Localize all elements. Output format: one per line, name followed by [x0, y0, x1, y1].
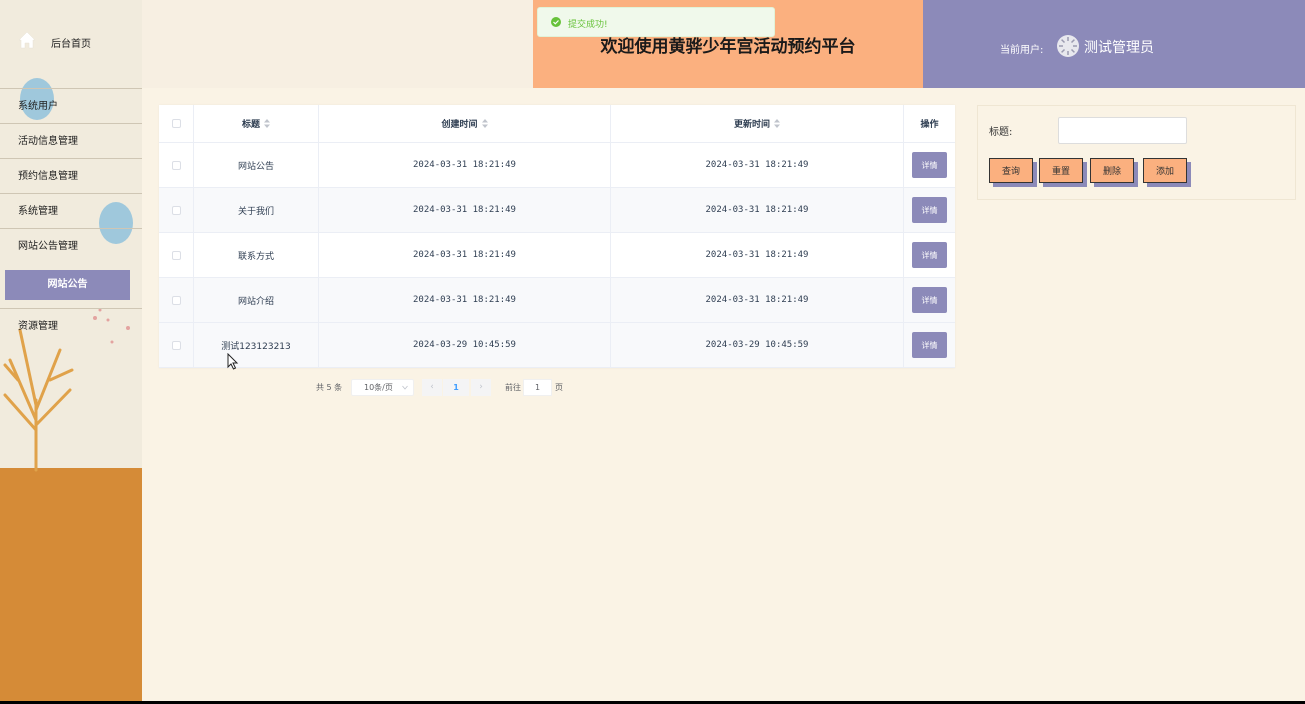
row-updated: 2024-03-31 18:21:49 — [611, 278, 904, 322]
goto-page-input[interactable]: 1 — [523, 379, 552, 396]
row-checkbox[interactable] — [171, 160, 181, 170]
column-header-title[interactable]: 标题 — [194, 105, 319, 142]
next-page-button[interactable]: › — [471, 379, 491, 396]
row-created: 2024-03-29 10:45:59 — [319, 323, 611, 367]
table-row: 测试123123213 2024-03-29 10:45:59 2024-03-… — [159, 323, 955, 368]
row-created: 2024-03-31 18:21:49 — [319, 188, 611, 232]
success-check-icon — [551, 17, 561, 27]
sidebar-item-system-users[interactable]: 系统用户 — [0, 88, 142, 123]
search-panel: 标题: 查询 重置 删除 添加 — [977, 105, 1296, 200]
success-toast: 提交成功! — [537, 7, 775, 37]
row-created: 2024-03-31 18:21:49 — [319, 143, 611, 187]
row-checkbox[interactable] — [171, 340, 181, 350]
sidebar-item-system-management[interactable]: 系统管理 — [0, 193, 142, 228]
table-header-row: 标题 创建时间 更新时间 操作 — [159, 105, 955, 143]
row-title: 关于我们 — [194, 188, 319, 232]
home-icon — [18, 31, 36, 49]
reset-button[interactable]: 重置 — [1039, 158, 1083, 183]
detail-button[interactable]: 详情 — [912, 152, 947, 178]
sidebar-item-booking-management[interactable]: 预约信息管理 — [0, 158, 142, 193]
sidebar-home[interactable]: 后台首页 — [0, 20, 142, 64]
header-user-area: 当前用户: 测试管理员 — [923, 0, 1305, 88]
sidebar-item-announcement-management[interactable]: 网站公告管理 — [0, 228, 142, 263]
current-user-name: 测试管理员 — [1084, 40, 1154, 56]
detail-button[interactable]: 详情 — [912, 197, 947, 223]
page-number-current[interactable]: 1 — [443, 379, 469, 396]
toast-message: 提交成功! — [568, 20, 608, 30]
row-title: 联系方式 — [194, 233, 319, 277]
detail-button[interactable]: 详情 — [912, 287, 947, 313]
row-updated: 2024-03-31 18:21:49 — [611, 233, 904, 277]
select-all-checkbox[interactable] — [171, 119, 181, 128]
current-user-label: 当前用户: — [1000, 45, 1044, 56]
sort-icon[interactable] — [481, 119, 488, 128]
row-created: 2024-03-31 18:21:49 — [319, 233, 611, 277]
avatar[interactable] — [1056, 34, 1080, 58]
search-title-label: 标题: — [989, 127, 1013, 138]
sidebar-item-resource-management[interactable]: 资源管理 — [0, 308, 142, 343]
chevron-down-icon — [402, 385, 408, 390]
detail-button[interactable]: 详情 — [912, 332, 947, 358]
row-checkbox[interactable] — [171, 205, 181, 215]
add-button[interactable]: 添加 — [1143, 158, 1187, 183]
mouse-cursor-icon — [227, 353, 239, 370]
pagination-total: 共 5 条 — [316, 383, 343, 392]
table-row: 网站公告 2024-03-31 18:21:49 2024-03-31 18:2… — [159, 143, 955, 188]
column-header-actions: 操作 — [920, 120, 939, 130]
sidebar-ground-decoration — [0, 468, 142, 704]
sidebar-home-label: 后台首页 — [51, 39, 91, 50]
row-checkbox[interactable] — [171, 295, 181, 305]
search-title-input[interactable] — [1058, 117, 1187, 144]
page-size-value: 10条/页 — [364, 383, 393, 392]
table-row: 关于我们 2024-03-31 18:21:49 2024-03-31 18:2… — [159, 188, 955, 233]
row-checkbox[interactable] — [171, 250, 181, 260]
delete-button[interactable]: 删除 — [1090, 158, 1134, 183]
table-row: 网站介绍 2024-03-31 18:21:49 2024-03-31 18:2… — [159, 278, 955, 323]
row-updated: 2024-03-31 18:21:49 — [611, 188, 904, 232]
sidebar-subitem-announcement[interactable]: 网站公告 — [5, 270, 130, 300]
row-title: 网站介绍 — [194, 278, 319, 322]
row-title: 网站公告 — [194, 143, 319, 187]
column-header-updated[interactable]: 更新时间 — [611, 105, 904, 142]
sort-icon[interactable] — [774, 119, 780, 128]
row-updated: 2024-03-31 18:21:49 — [611, 143, 904, 187]
header-left — [142, 0, 533, 88]
row-title: 测试123123213 — [194, 323, 319, 367]
detail-button[interactable]: 详情 — [912, 242, 947, 268]
sort-icon[interactable] — [264, 119, 270, 128]
table-row: 联系方式 2024-03-31 18:21:49 2024-03-31 18:2… — [159, 233, 955, 278]
column-header-created[interactable]: 创建时间 — [319, 105, 611, 142]
announcement-table: 标题 创建时间 更新时间 操作 网站公告 2024-03-31 18:21:49… — [159, 105, 955, 368]
page-size-select[interactable]: 10条/页 — [351, 379, 414, 396]
query-button[interactable]: 查询 — [989, 158, 1033, 183]
prev-page-button[interactable]: ‹ — [422, 379, 442, 396]
row-updated: 2024-03-29 10:45:59 — [611, 323, 904, 367]
row-created: 2024-03-31 18:21:49 — [319, 278, 611, 322]
sidebar-item-activity-management[interactable]: 活动信息管理 — [0, 123, 142, 158]
sidebar: 后台首页 系统用户 活动信息管理 预约信息管理 系统管理 网站公告管理 网站公告… — [0, 0, 142, 704]
page-suffix: 页 — [555, 383, 563, 392]
goto-label: 前往 — [505, 383, 521, 392]
